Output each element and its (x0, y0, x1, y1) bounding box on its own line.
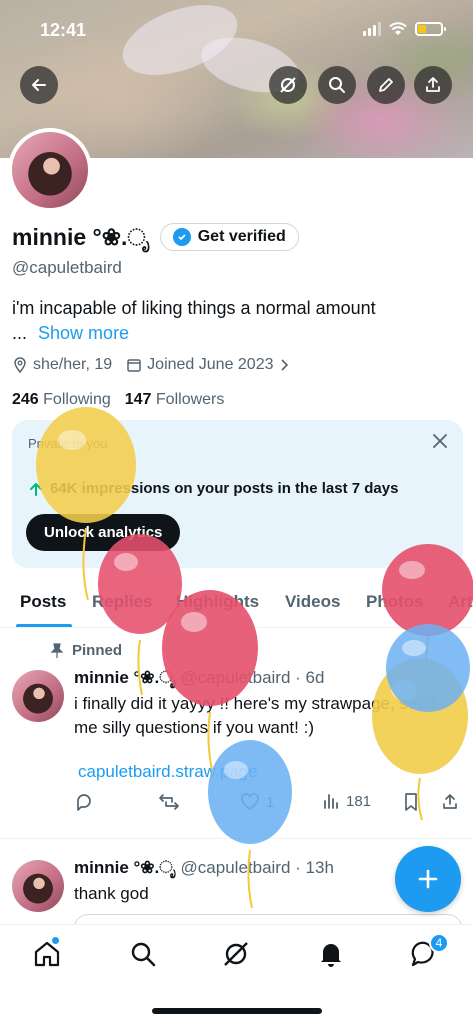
plus-icon (418, 869, 438, 889)
profile-name: minnie °❀.ೃ (12, 223, 150, 250)
post-header: minnie °❀.ೃ @capuletbaird · 6d (74, 668, 324, 688)
followers-count: 147 (124, 391, 152, 408)
post-avatar[interactable] (12, 860, 64, 912)
followers-label: Followers (155, 391, 225, 408)
verified-check-icon (172, 228, 191, 246)
post-header: minnie °❀.ೃ @capuletbaird · 13h (74, 858, 334, 878)
card-close-button[interactable] (431, 432, 449, 455)
battery-icon (415, 22, 446, 36)
profile-pronouns: she/her, 19 (33, 356, 113, 373)
tab-replies[interactable]: Replies (92, 592, 152, 612)
arrow-up-icon (30, 482, 42, 496)
home-indicator (152, 1008, 322, 1014)
like-count: 1 (266, 793, 275, 811)
grok-icon[interactable] (221, 939, 251, 969)
heart-icon (241, 793, 259, 811)
get-verified-button[interactable]: Get verified (159, 223, 299, 251)
reply-button[interactable] (74, 792, 94, 812)
compose-button[interactable] (395, 846, 461, 912)
close-icon (433, 434, 447, 448)
home-notification-dot (52, 937, 59, 944)
tab-highlights[interactable]: Highlights (176, 592, 259, 612)
post-text: i finally did it yayyy !! here's my stra… (74, 694, 437, 737)
following-link[interactable]: 246 Following (12, 391, 111, 409)
joined-label: Joined June 2023 (147, 356, 274, 373)
post-avatar[interactable] (12, 670, 64, 722)
tab-articles[interactable]: Articles (448, 592, 473, 612)
reply-icon (77, 794, 91, 811)
active-tab-indicator (16, 624, 72, 627)
get-verified-label: Get verified (197, 228, 286, 245)
search-icon (329, 77, 345, 93)
following-label: Following (43, 391, 111, 408)
chevron-right-icon (280, 359, 288, 371)
share-icon (426, 77, 440, 92)
grok-button[interactable] (269, 66, 307, 104)
pinned-label: Pinned (72, 642, 123, 659)
profile-tabs: Posts Replies Highlights Videos Photos A… (0, 580, 473, 628)
status-time: 12:41 (40, 20, 87, 40)
repost-icon (159, 794, 179, 810)
search-button[interactable] (318, 66, 356, 104)
post-actions: 1 181 (74, 792, 464, 816)
bell-icon[interactable] (316, 939, 346, 969)
location-pin-icon (14, 357, 26, 373)
calendar-icon (127, 359, 141, 372)
share-button[interactable] (414, 66, 452, 104)
grok-icon (280, 77, 296, 93)
like-button[interactable]: 1 (240, 792, 274, 812)
tab-photos[interactable]: Photos (366, 592, 424, 612)
bookmark-button[interactable] (402, 792, 420, 812)
post-link[interactable]: capuletbaird.straw.page (78, 762, 258, 782)
edit-button[interactable] (367, 66, 405, 104)
views-button[interactable]: 181 (322, 792, 371, 810)
show-more-link[interactable]: Show more (38, 323, 129, 343)
post-meta: @capuletbaird · 6d (180, 668, 325, 687)
following-count: 246 (12, 391, 39, 408)
post-meta: @capuletbaird · 13h (180, 858, 334, 877)
repost-button[interactable] (158, 792, 180, 812)
signal-icon (363, 22, 381, 36)
post-author-name[interactable]: minnie °❀.ೃ (74, 858, 176, 877)
post-author-name[interactable]: minnie °❀.ೃ (74, 668, 176, 687)
profile-handle: @capuletbaird (12, 258, 122, 277)
bio-ellipsis: ... (12, 323, 28, 343)
joined-date[interactable]: Joined June 2023 (126, 356, 288, 374)
search-icon[interactable] (128, 939, 158, 969)
views-icon (324, 794, 338, 809)
bookmark-icon (405, 793, 417, 811)
edit-icon (379, 78, 393, 92)
post-divider (0, 838, 473, 839)
analytics-card: Private to you 64K impressions on your p… (12, 420, 463, 568)
profile-bio: i'm incapable of liking things a normal … (12, 298, 376, 318)
profile-avatar[interactable] (8, 128, 92, 212)
status-bar: 12:41 (0, 18, 473, 46)
view-count: 181 (346, 792, 372, 810)
share-icon (443, 794, 457, 809)
impressions-text: 64K impressions on your posts in the las… (50, 480, 399, 497)
followers-link[interactable]: 147 Followers (125, 391, 225, 409)
back-arrow-icon (32, 79, 46, 91)
tab-videos[interactable]: Videos (285, 592, 340, 612)
unlock-analytics-button[interactable]: Unlock analytics (26, 514, 181, 551)
tab-posts[interactable]: Posts (20, 592, 66, 612)
back-button[interactable] (20, 66, 58, 104)
wifi-icon (389, 22, 407, 35)
pin-icon (50, 642, 64, 658)
post-share-button[interactable] (440, 792, 460, 812)
messages-badge: 4 (429, 933, 449, 953)
home-icon[interactable] (32, 939, 62, 969)
card-private-label: Private to you (28, 436, 108, 451)
